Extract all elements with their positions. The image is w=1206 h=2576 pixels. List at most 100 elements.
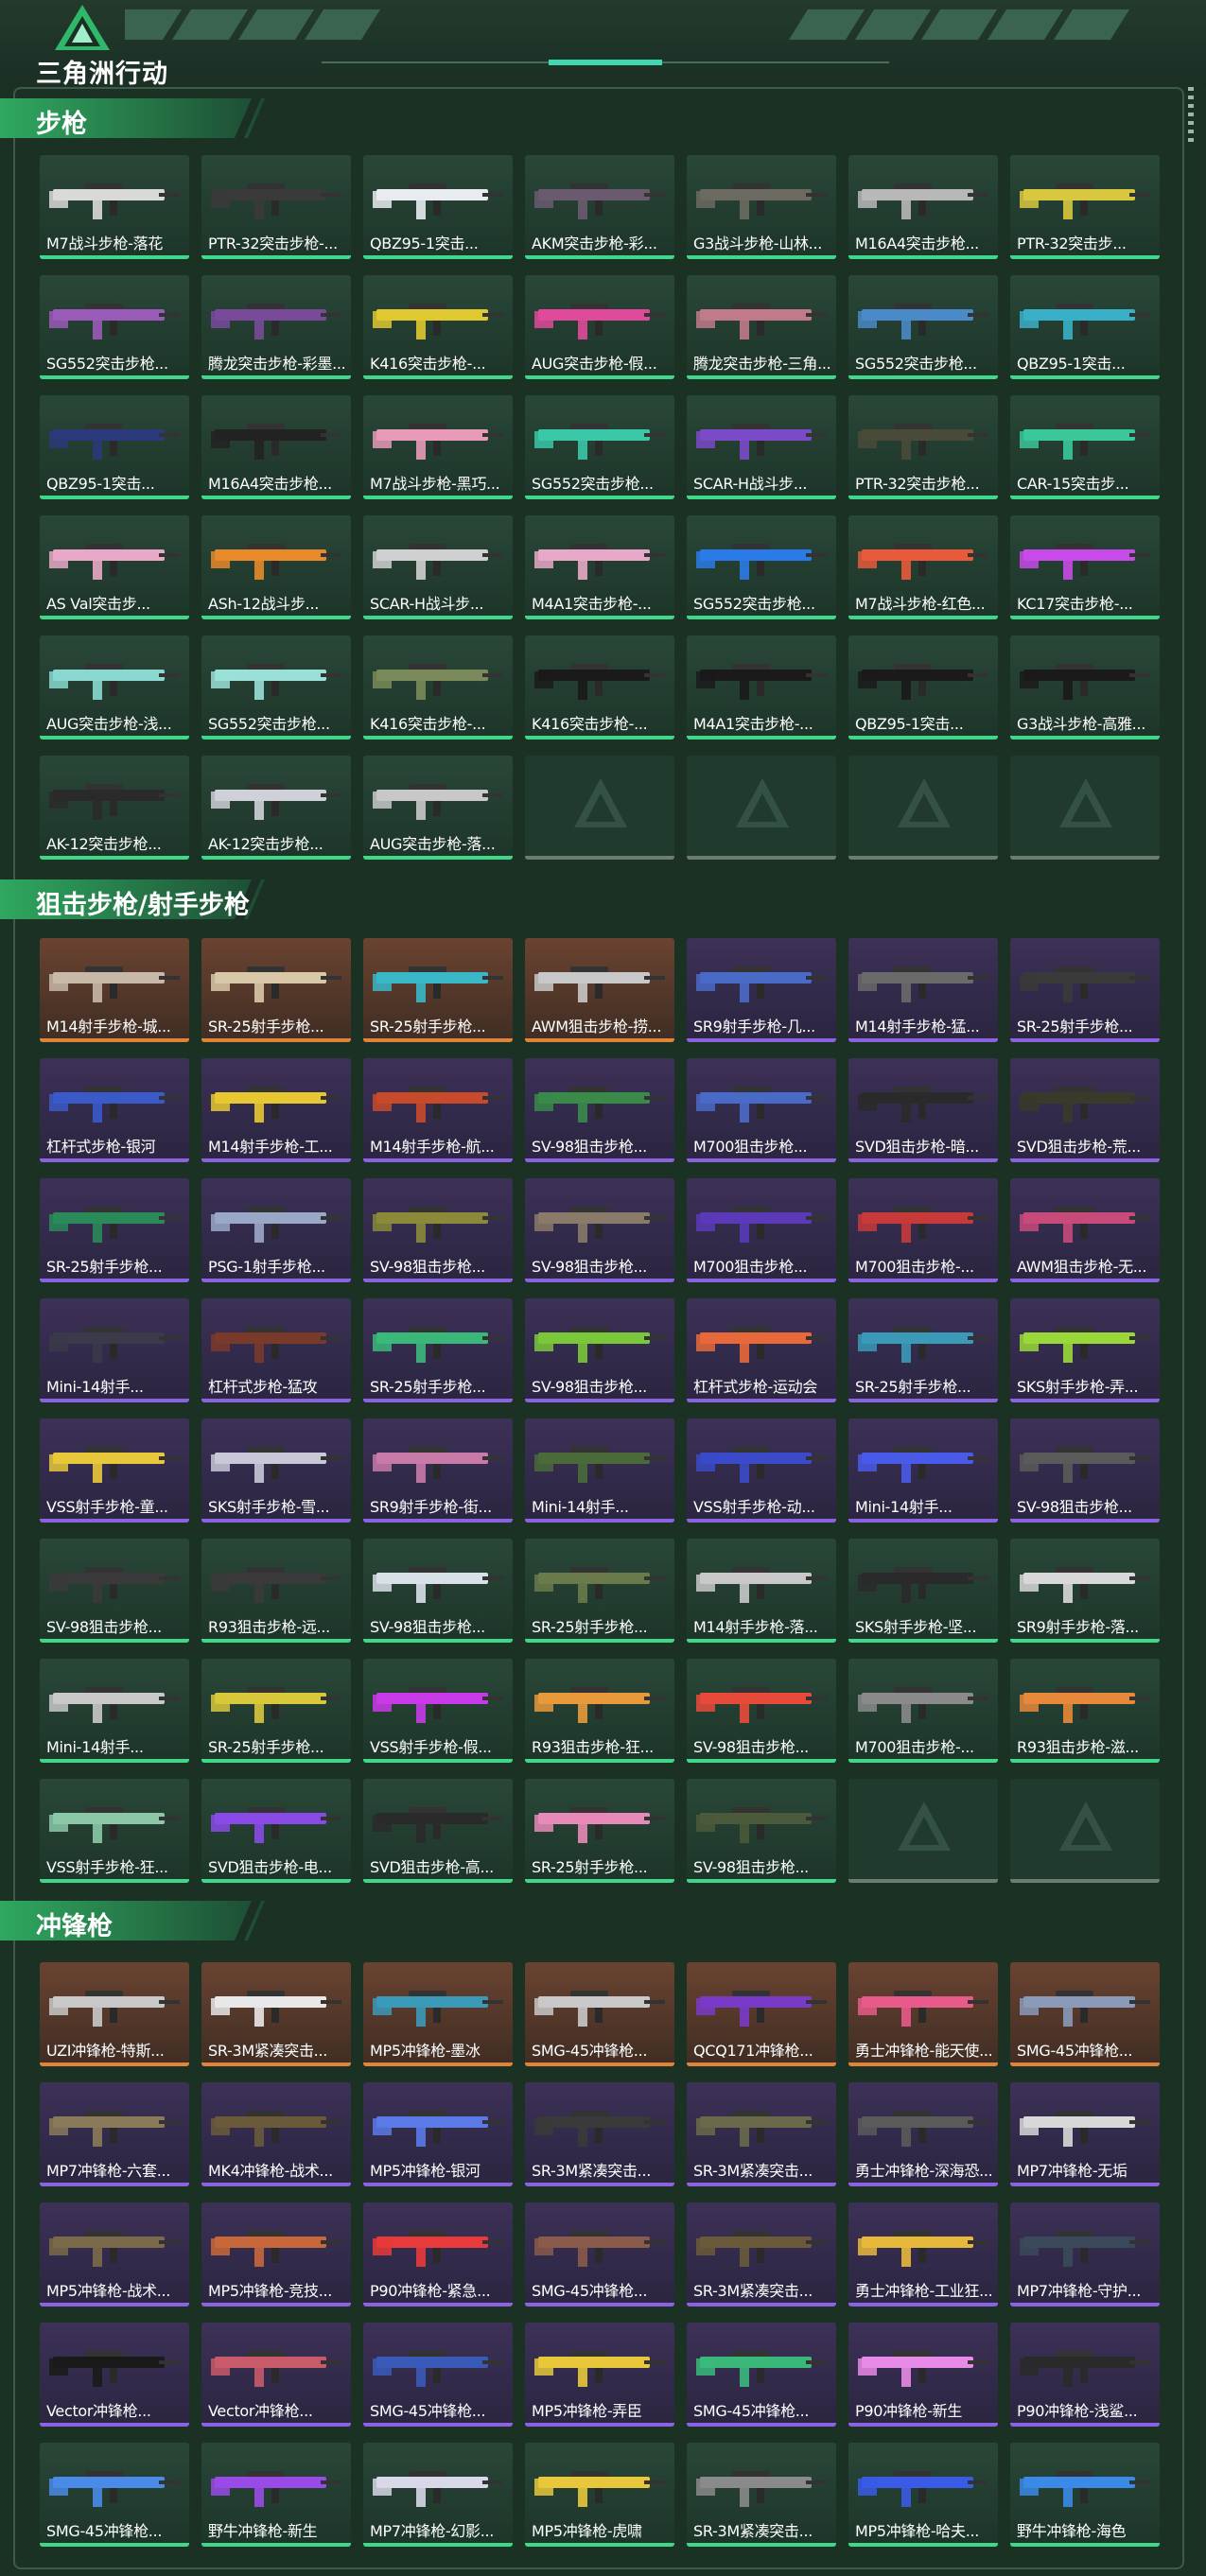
weapon-card[interactable]: P90冲锋枪-新生 (848, 2323, 998, 2427)
weapon-card[interactable]: M4A1突击步枪-... (525, 515, 674, 619)
weapon-card[interactable]: 杠杆式步枪-运动会 (687, 1298, 836, 1402)
weapon-card[interactable]: QCQ171冲锋枪... (687, 1962, 836, 2066)
weapon-card[interactable]: P90冲锋枪-浅鲨... (1010, 2323, 1160, 2427)
weapon-card[interactable]: PTR-32突击步枪... (848, 395, 998, 499)
weapon-card[interactable]: 勇士冲锋枪-能天使... (848, 1962, 998, 2066)
weapon-card[interactable]: SR-3M紧凑突击... (687, 2202, 836, 2306)
weapon-card[interactable]: AKM突击步枪-彩... (525, 155, 674, 259)
weapon-card[interactable]: MP5冲锋枪-虎啸 (525, 2443, 674, 2547)
weapon-card[interactable]: M4A1突击步枪-... (687, 635, 836, 740)
weapon-card[interactable]: 勇士冲锋枪-深海恐... (848, 2082, 998, 2186)
weapon-card[interactable]: 杠杆式步枪-猛攻 (201, 1298, 351, 1402)
weapon-card[interactable]: M14射手步枪-城... (40, 938, 189, 1042)
weapon-card[interactable]: 腾龙突击步枪-三角... (687, 275, 836, 379)
weapon-card[interactable]: M14射手步枪-落... (687, 1539, 836, 1643)
weapon-card[interactable]: SVD狙击步枪-高... (363, 1779, 513, 1883)
weapon-card[interactable]: SMG-45冲锋枪... (1010, 1962, 1160, 2066)
weapon-card[interactable]: CAR-15突击步... (1010, 395, 1160, 499)
weapon-card[interactable]: Mini-14射手... (525, 1419, 674, 1523)
weapon-card[interactable]: AUG突击步枪-落... (363, 756, 513, 860)
weapon-card[interactable]: SR-3M紧凑突击... (687, 2082, 836, 2186)
weapon-card[interactable]: PTR-32突击步枪-... (201, 155, 351, 259)
weapon-card[interactable]: SR9射手步枪-落... (1010, 1539, 1160, 1643)
weapon-card[interactable]: MP7冲锋枪-幻影... (363, 2443, 513, 2547)
weapon-card[interactable]: VSS射手步枪-童... (40, 1419, 189, 1523)
weapon-card[interactable]: SMG-45冲锋枪... (687, 2323, 836, 2427)
weapon-card[interactable]: AK-12突击步枪... (40, 756, 189, 860)
weapon-card[interactable]: SG552突击步枪... (687, 515, 836, 619)
weapon-card[interactable]: G3战斗步枪-山林... (687, 155, 836, 259)
weapon-card[interactable]: UZI冲锋枪-特斯... (40, 1962, 189, 2066)
weapon-card[interactable]: R93狙击步枪-狂... (525, 1659, 674, 1763)
weapon-card[interactable]: ASh-12战斗步... (201, 515, 351, 619)
weapon-card[interactable]: SR-25射手步枪... (525, 1779, 674, 1883)
weapon-card[interactable]: SR-25射手步枪... (201, 938, 351, 1042)
weapon-card[interactable]: SMG-45冲锋枪... (40, 2443, 189, 2547)
weapon-card[interactable]: AUG突击步枪-浅... (40, 635, 189, 740)
weapon-card[interactable]: AWM狙击步枪-无... (1010, 1178, 1160, 1282)
weapon-card[interactable]: SV-98狙击步枪... (363, 1178, 513, 1282)
weapon-card[interactable]: QBZ95-1突击... (848, 635, 998, 740)
weapon-card[interactable]: SKS射手步枪-坚... (848, 1539, 998, 1643)
weapon-card[interactable]: SVD狙击步枪-电... (201, 1779, 351, 1883)
weapon-card[interactable]: M16A4突击步枪... (201, 395, 351, 499)
weapon-card[interactable]: VSS射手步枪-假... (363, 1659, 513, 1763)
weapon-card[interactable]: M700狙击步枪-... (848, 1659, 998, 1763)
weapon-card[interactable]: SG552突击步枪... (525, 395, 674, 499)
weapon-card[interactable]: SMG-45冲锋枪... (363, 2323, 513, 2427)
weapon-card[interactable]: Vector冲锋枪... (201, 2323, 351, 2427)
weapon-card[interactable]: Mini-14射手... (848, 1419, 998, 1523)
weapon-card[interactable]: SR-25射手步枪... (363, 1298, 513, 1402)
weapon-card[interactable]: VSS射手步枪-动... (687, 1419, 836, 1523)
weapon-card[interactable]: MP7冲锋枪-守护... (1010, 2202, 1160, 2306)
weapon-card[interactable]: SG552突击步枪... (201, 635, 351, 740)
weapon-card[interactable]: K416突击步枪-... (363, 275, 513, 379)
weapon-card[interactable]: M7战斗步枪-黑巧... (363, 395, 513, 499)
weapon-card[interactable]: SCAR-H战斗步... (687, 395, 836, 499)
weapon-card[interactable]: M700狙击步枪... (687, 1058, 836, 1162)
weapon-card[interactable]: M7战斗步枪-落花 (40, 155, 189, 259)
weapon-card[interactable]: SR9射手步枪-几... (687, 938, 836, 1042)
weapon-card[interactable]: M14射手步枪-工... (201, 1058, 351, 1162)
weapon-card[interactable]: 野牛冲锋枪-新生 (201, 2443, 351, 2547)
weapon-card[interactable]: AUG突击步枪-假... (525, 275, 674, 379)
weapon-card[interactable]: AWM狙击步枪-捞... (525, 938, 674, 1042)
weapon-card[interactable]: MP5冲锋枪-竞技... (201, 2202, 351, 2306)
weapon-card[interactable]: M16A4突击步枪... (848, 155, 998, 259)
weapon-card[interactable]: K416突击步枪-... (525, 635, 674, 740)
weapon-card[interactable]: AS Val突击步... (40, 515, 189, 619)
weapon-card[interactable]: SR-25射手步枪... (525, 1539, 674, 1643)
weapon-card[interactable]: SVD狙击步枪-荒... (1010, 1058, 1160, 1162)
weapon-card[interactable]: MP5冲锋枪-战术... (40, 2202, 189, 2306)
weapon-card[interactable]: MP5冲锋枪-弄臣 (525, 2323, 674, 2427)
weapon-card[interactable]: SV-98狙击步枪... (525, 1298, 674, 1402)
weapon-card[interactable]: SR-3M紧凑突击... (687, 2443, 836, 2547)
weapon-card[interactable]: AK-12突击步枪... (201, 756, 351, 860)
weapon-card[interactable]: M14射手步枪-猛... (848, 938, 998, 1042)
weapon-card[interactable]: SV-98狙击步枪... (687, 1659, 836, 1763)
weapon-card[interactable]: 杠杆式步枪-银河 (40, 1058, 189, 1162)
weapon-card[interactable]: MP5冲锋枪-银河 (363, 2082, 513, 2186)
weapon-card[interactable]: MP5冲锋枪-墨冰 (363, 1962, 513, 2066)
weapon-card[interactable]: SV-98狙击步枪... (40, 1539, 189, 1643)
weapon-card[interactable]: Vector冲锋枪... (40, 2323, 189, 2427)
weapon-card[interactable]: SR-3M紧凑突击... (201, 1962, 351, 2066)
weapon-card[interactable]: SV-98狙击步枪... (1010, 1419, 1160, 1523)
weapon-card[interactable]: 勇士冲锋枪-工业狂... (848, 2202, 998, 2306)
weapon-card[interactable]: SCAR-H战斗步... (363, 515, 513, 619)
weapon-card[interactable]: MP5冲锋枪-哈夫... (848, 2443, 998, 2547)
weapon-card[interactable]: SMG-45冲锋枪... (525, 2202, 674, 2306)
weapon-card[interactable]: QBZ95-1突击... (40, 395, 189, 499)
weapon-card[interactable]: SR-3M紧凑突击... (525, 2082, 674, 2186)
weapon-card[interactable]: SVD狙击步枪-暗... (848, 1058, 998, 1162)
weapon-card[interactable]: M700狙击步枪-... (848, 1178, 998, 1282)
weapon-card[interactable]: SKS射手步枪-弄... (1010, 1298, 1160, 1402)
weapon-card[interactable]: SMG-45冲锋枪... (525, 1962, 674, 2066)
weapon-card[interactable]: G3战斗步枪-高雅... (1010, 635, 1160, 740)
weapon-card[interactable]: K416突击步枪-... (363, 635, 513, 740)
weapon-card[interactable]: SR-25射手步枪... (40, 1178, 189, 1282)
weapon-card[interactable]: SV-98狙击步枪... (363, 1539, 513, 1643)
weapon-card[interactable]: SR9射手步枪-街... (363, 1419, 513, 1523)
weapon-card[interactable]: SR-25射手步枪... (363, 938, 513, 1042)
weapon-card[interactable]: SG552突击步枪... (40, 275, 189, 379)
